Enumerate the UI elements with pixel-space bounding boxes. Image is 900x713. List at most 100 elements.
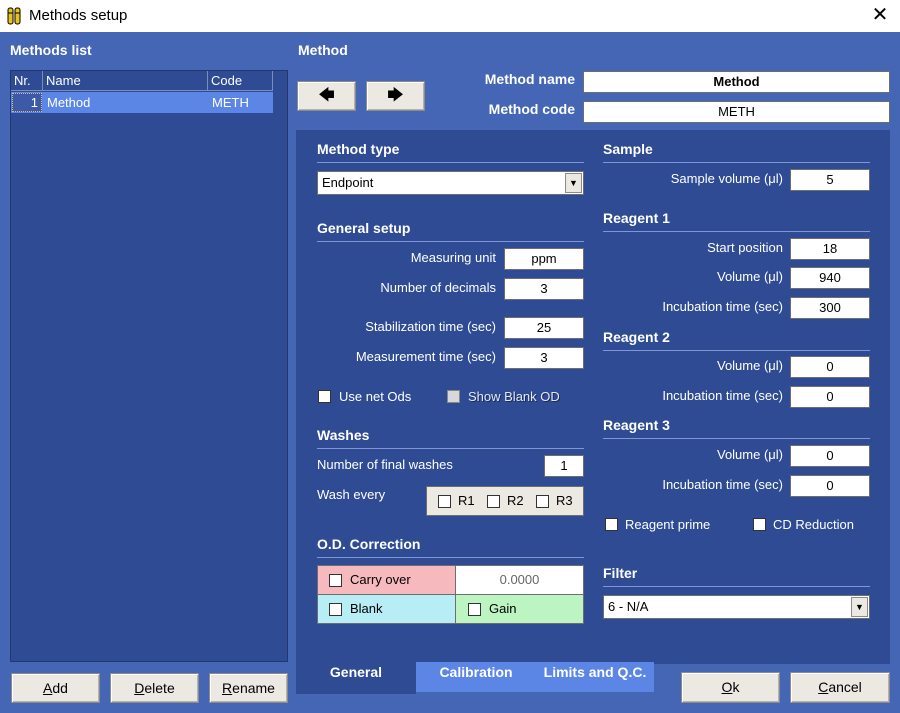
- wash-r3-checkbox[interactable]: [536, 495, 549, 508]
- add-button[interactable]: Add: [11, 673, 100, 703]
- method-name-input[interactable]: Method: [583, 71, 890, 93]
- sample-volume-input[interactable]: 5: [790, 169, 870, 191]
- method-code-input[interactable]: METH: [583, 101, 890, 123]
- reagent-prime-label: Reagent prime: [625, 517, 711, 532]
- row-number: 1: [12, 93, 42, 112]
- use-net-ods-label: Use net Ods: [339, 389, 412, 404]
- reagent3-volume-input[interactable]: 0: [790, 445, 870, 467]
- gain-cell: Gain: [455, 594, 584, 624]
- stabilization-label: Stabilization time (sec): [365, 319, 496, 334]
- gain-checkbox[interactable]: [468, 603, 481, 616]
- measurement-label: Measurement time (sec): [355, 349, 496, 364]
- reagent2-volume-input[interactable]: 0: [790, 356, 870, 378]
- final-washes-label: Number of final washes: [317, 457, 453, 472]
- cd-reduction-checkbox[interactable]: [753, 518, 766, 531]
- tab-calibration[interactable]: Calibration: [416, 662, 536, 692]
- method-type-title: Method type: [317, 141, 400, 157]
- wash-r3-label: R3: [556, 493, 573, 508]
- app-icon: [7, 7, 21, 25]
- column-header-name[interactable]: Name: [43, 71, 208, 91]
- blank-checkbox[interactable]: [329, 603, 342, 616]
- decimals-label: Number of decimals: [380, 280, 496, 295]
- wash-r2-label: R2: [507, 493, 524, 508]
- wash-every-group: R1 R2 R3: [426, 486, 584, 516]
- arrow-left-icon: 🡄: [318, 87, 335, 104]
- reagent3-volume-label: Volume (μl): [716, 447, 783, 462]
- reagent1-incubation-label: Incubation time (sec): [662, 299, 783, 314]
- reagent2-incubation-input[interactable]: 0: [790, 386, 870, 408]
- reagent-prime-checkbox[interactable]: [605, 518, 618, 531]
- section-divider: [603, 438, 870, 439]
- section-divider: [317, 557, 584, 558]
- methods-list-title: Methods list: [10, 42, 92, 58]
- cancel-button[interactable]: Cancel: [790, 672, 890, 703]
- show-blank-od-label: Show Blank OD: [468, 389, 560, 404]
- arrow-right-icon: 🡆: [387, 87, 404, 104]
- reagent2-incubation-label: Incubation time (sec): [662, 388, 783, 403]
- carry-over-cell: Carry over: [317, 565, 456, 595]
- stabilization-input[interactable]: 25: [504, 317, 584, 339]
- column-header-nr[interactable]: Nr.: [11, 71, 43, 91]
- reagent1-volume-input[interactable]: 940: [790, 267, 870, 289]
- close-icon[interactable]: ✕: [870, 4, 890, 26]
- rename-button[interactable]: Rename: [209, 673, 288, 703]
- reagent3-title: Reagent 3: [603, 417, 670, 433]
- general-setup-title: General setup: [317, 220, 411, 236]
- method-code-label: Method code: [488, 101, 575, 117]
- wash-every-label: Wash every: [317, 487, 386, 502]
- filter-title: Filter: [603, 565, 638, 581]
- carry-over-input[interactable]: 0.0000: [455, 565, 584, 595]
- wash-r1-label: R1: [458, 493, 475, 508]
- sample-volume-label: Sample volume (μl): [670, 171, 783, 186]
- decimals-input[interactable]: 3: [504, 278, 584, 300]
- reagent3-incubation-label: Incubation time (sec): [662, 477, 783, 492]
- reagent1-start-input[interactable]: 18: [790, 238, 870, 260]
- reagent1-incubation-input[interactable]: 300: [790, 297, 870, 319]
- title-bar: Methods setup ✕: [0, 0, 900, 32]
- section-divider: [603, 162, 870, 163]
- measuring-unit-input[interactable]: ppm: [504, 248, 584, 270]
- carry-over-checkbox[interactable]: [329, 574, 342, 587]
- cd-reduction-label: CD Reduction: [773, 517, 854, 532]
- sample-title: Sample: [603, 141, 653, 157]
- previous-button[interactable]: 🡄: [297, 81, 356, 111]
- wash-r2-checkbox[interactable]: [487, 495, 500, 508]
- gain-label: Gain: [489, 601, 517, 616]
- wash-r1-checkbox[interactable]: [438, 495, 451, 508]
- use-net-ods-checkbox[interactable]: [318, 390, 331, 403]
- final-washes-input[interactable]: 1: [544, 455, 584, 477]
- reagent3-incubation-input[interactable]: 0: [790, 475, 870, 497]
- reagent2-volume-label: Volume (μl): [716, 358, 783, 373]
- reagent1-volume-label: Volume (μl): [716, 269, 783, 284]
- reagent1-start-label: Start position: [707, 240, 783, 255]
- section-divider: [603, 586, 870, 587]
- od-correction-title: O.D. Correction: [317, 536, 421, 552]
- list-item[interactable]: 1 Method METH: [11, 92, 273, 113]
- row-name: Method: [47, 95, 91, 110]
- tab-general[interactable]: General: [296, 662, 416, 694]
- chevron-down-icon[interactable]: ▼: [565, 173, 582, 193]
- section-divider: [603, 231, 870, 232]
- method-type-value: Endpoint: [322, 175, 374, 190]
- section-divider: [317, 162, 584, 163]
- reagent1-title: Reagent 1: [603, 210, 670, 226]
- method-type-select[interactable]: Endpoint ▼: [317, 171, 584, 195]
- filter-value: 6 - N/A: [608, 599, 649, 614]
- blank-cell: Blank: [317, 594, 456, 624]
- show-blank-od-checkbox[interactable]: [447, 390, 460, 403]
- next-button[interactable]: 🡆: [366, 81, 425, 111]
- methods-list[interactable]: Nr. Name Code 1 Method METH: [10, 70, 288, 662]
- window-title: Methods setup: [29, 7, 128, 24]
- ok-button[interactable]: Ok: [681, 672, 780, 703]
- washes-title: Washes: [317, 427, 370, 443]
- chevron-down-icon[interactable]: ▼: [851, 597, 868, 617]
- tab-limits-qc[interactable]: Limits and Q.C.: [536, 662, 654, 692]
- method-title: Method: [298, 42, 348, 58]
- row-code: METH: [212, 95, 249, 110]
- column-header-code[interactable]: Code: [208, 71, 273, 91]
- filter-select[interactable]: 6 - N/A ▼: [603, 595, 870, 619]
- reagent2-title: Reagent 2: [603, 329, 670, 345]
- carry-over-label: Carry over: [350, 572, 411, 587]
- delete-button[interactable]: Delete: [110, 673, 199, 703]
- measurement-input[interactable]: 3: [504, 347, 584, 369]
